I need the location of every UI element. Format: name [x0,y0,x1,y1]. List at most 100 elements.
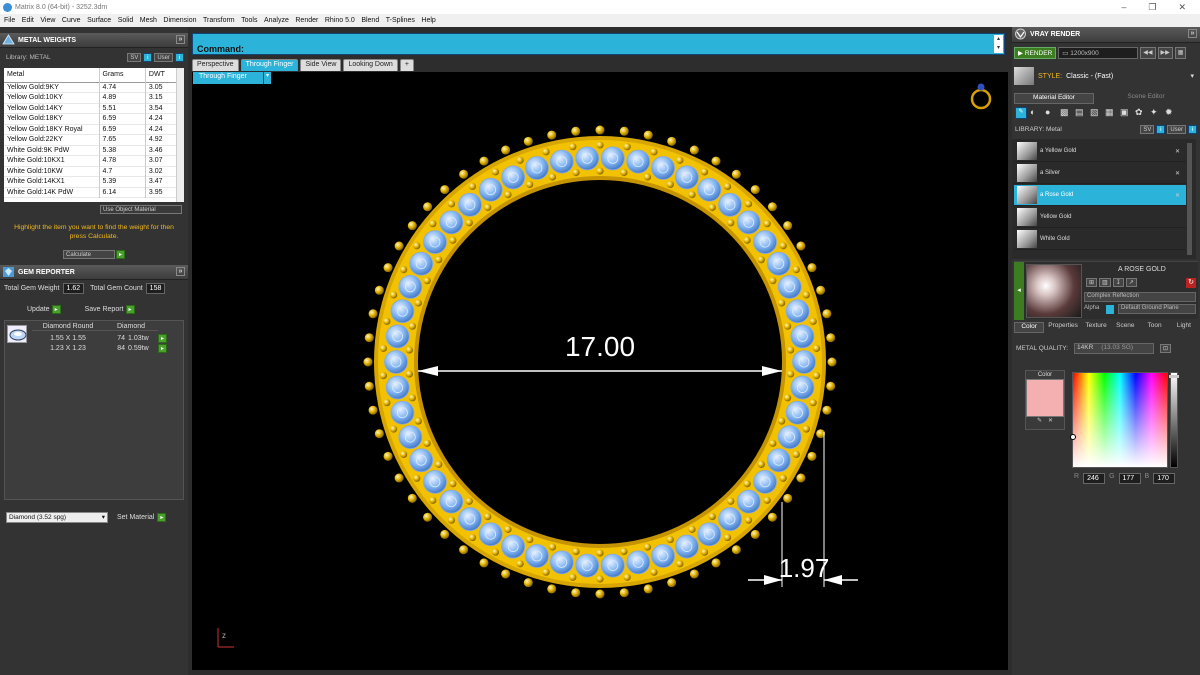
metal-quality-select[interactable]: 14KR (13.03 SG) [1074,343,1155,354]
menu-dimension[interactable]: Dimension [163,17,196,24]
viewport-subtab[interactable]: Through Finger ▾ [193,72,271,84]
menu-transform[interactable]: Transform [203,17,235,24]
menu-help[interactable]: Help [421,17,435,24]
chevron-down-icon[interactable]: ▾ [1190,72,1194,80]
table-row[interactable]: Yellow Gold:18KY Royal 6.59 4.24 [4,124,184,135]
resolution-field[interactable]: ▭ 1200x900 [1058,47,1139,59]
gem-row[interactable]: 1.55 X 1.55 74 1.03tw ▸ [32,333,172,343]
calculate-button[interactable]: Calculate [63,250,115,259]
user-toggle[interactable]: i [175,52,184,62]
col-grams[interactable]: Grams [99,68,146,82]
close-icon[interactable]: » [1188,29,1197,38]
light-icon[interactable]: ✹ [1165,107,1177,119]
brush-icon[interactable]: ✿ [1135,107,1147,119]
gem-row-go-icon[interactable]: ▸ [158,333,167,343]
menu-analyze[interactable]: Analyze [264,17,289,24]
viewport-tab-1[interactable]: Through Finger [240,59,299,71]
close-button[interactable]: ✕ [1178,2,1186,13]
ground-select[interactable]: Default Ground Plane [1118,304,1196,314]
gem-row-go-icon[interactable]: ▸ [158,343,167,353]
table-row[interactable]: White Gold:14KX1 5.39 3.47 [4,176,184,187]
close-icon[interactable]: » [176,35,185,44]
pick-material-icon[interactable]: ✎ [1015,107,1027,119]
brightness-handle[interactable] [1169,375,1179,378]
remove-icon[interactable]: ✕ [1175,148,1180,155]
metal-table[interactable]: Metal Grams DWT Yellow Gold:9KY 4.74 3.05 Y… [4,68,184,202]
next-icon[interactable]: ▶▶ [1157,47,1173,59]
material-list-scrollbar[interactable] [1187,143,1192,255]
menu-tsplines[interactable]: T-Splines [386,17,415,24]
menu-rhino[interactable]: Rhino 5.0 [325,17,355,24]
menu-curve[interactable]: Curve [62,17,81,24]
grid-icon[interactable]: ▦ [1174,47,1187,59]
color-picker-field[interactable] [1070,372,1168,468]
sv-button[interactable]: SV [1140,125,1155,134]
pattern-icon[interactable]: ▦ [1105,107,1117,119]
material-item[interactable]: a Rose Gold ✕ [1014,185,1186,206]
menu-render[interactable]: Render [295,17,318,24]
material-list[interactable]: a Yellow Gold ✕ a Silver ✕ a Rose Gold ✕ Yello… [1012,139,1196,259]
material-tool-4-icon[interactable]: ↗ [1125,278,1137,287]
eyedropper-icon[interactable]: ✎ [1037,417,1042,424]
property-tab-5[interactable]: Light [1170,322,1198,333]
menu-blend[interactable]: Blend [361,17,379,24]
table-row[interactable]: Yellow Gold:9KY 4.74 3.05 [4,82,184,93]
style-value[interactable]: Classic - (Fast) [1066,73,1113,80]
save-report-button[interactable]: Save Report [85,306,124,313]
table-row[interactable]: White Gold:10KX1 4.78 3.07 [4,155,184,166]
calculate-go-icon[interactable]: ▸ [116,250,125,259]
property-tab-3[interactable]: Scene [1111,322,1139,333]
color-swatch[interactable] [1026,379,1064,417]
texture-icon[interactable]: ▣ [1120,107,1132,119]
table-row[interactable]: White Gold:14K PdW 6.14 3.95 [4,187,184,198]
material-tool-2-icon[interactable]: ▥ [1099,278,1111,287]
collapse-icon[interactable]: ◂ [1014,262,1024,320]
user-toggle[interactable]: i [1188,125,1197,134]
close-icon[interactable]: » [176,267,185,276]
gem-material-select[interactable]: Diamond (3.52 spg) ▾ [6,512,108,523]
alpha-toggle[interactable] [1106,305,1114,314]
user-button[interactable]: User [1167,125,1186,134]
remove-icon[interactable]: ✕ [1175,170,1180,177]
gem-row[interactable]: 1.23 X 1.23 84 0.59tw ▸ [32,343,172,353]
tab-scene-editor[interactable]: Scene Editor [1094,93,1198,104]
command-bar[interactable]: Command: ▴ ▾ [192,33,1005,55]
menu-mesh[interactable]: Mesh [140,17,157,24]
minimize-button[interactable]: – [1121,2,1126,13]
metal-quality-edit-icon[interactable]: ⊡ [1160,344,1172,353]
gradient-icon[interactable]: ▩ [1060,107,1072,119]
table-scrollbar[interactable] [176,68,184,202]
viewport-tab-0[interactable]: Perspective [192,59,239,71]
sv-button[interactable]: SV [127,52,142,62]
viewport-tab-2[interactable]: Side View [300,59,342,71]
table-row[interactable]: White Gold:9K PdW 5.38 3.46 [4,145,184,156]
menu-view[interactable]: View [40,17,55,24]
green-value[interactable]: 177 [1118,473,1141,484]
clear-color-icon[interactable]: ✕ [1048,417,1053,424]
menu-tools[interactable]: Tools [241,17,257,24]
viewport-through-finger[interactable]: 17.00 1.97 z [192,72,1008,670]
material-ball-icon[interactable]: ◐ [1030,107,1042,119]
col-metal[interactable]: Metal [4,68,100,82]
material-sphere-icon[interactable]: ● [1045,107,1057,119]
property-tab-0[interactable]: Color [1014,322,1045,333]
property-tab-1[interactable]: Properties [1045,322,1081,333]
material-tool-3-icon[interactable]: ↧ [1112,278,1124,287]
table-row[interactable]: Yellow Gold:10KY 4.89 3.15 [4,92,184,103]
sv-toggle[interactable]: i [1156,125,1166,134]
menu-surface[interactable]: Surface [87,17,111,24]
table-row[interactable]: Yellow Gold:18KY 6.59 4.24 [4,113,184,124]
stripes-icon[interactable]: ▧ [1090,107,1102,119]
set-material-button[interactable]: Set Material [117,514,154,521]
save-report-go-icon[interactable]: ▸ [125,305,135,314]
color-picker-cursor[interactable] [1070,434,1076,440]
material-tool-1-icon[interactable]: ⊞ [1086,278,1098,287]
user-button[interactable]: User [154,52,173,62]
menu-file[interactable]: File [4,17,15,24]
update-go-icon[interactable]: ▸ [51,305,61,314]
ring-drawing[interactable]: 17.00 1.97 z [192,72,1008,670]
blue-value[interactable]: 170 [1153,473,1176,484]
gem-list[interactable]: Diamond Round Diamond 1.55 X 1.55 74 1.03t… [4,320,184,500]
material-item[interactable]: White Gold [1014,229,1186,250]
tab-material-editor[interactable]: Material Editor [1014,93,1094,104]
